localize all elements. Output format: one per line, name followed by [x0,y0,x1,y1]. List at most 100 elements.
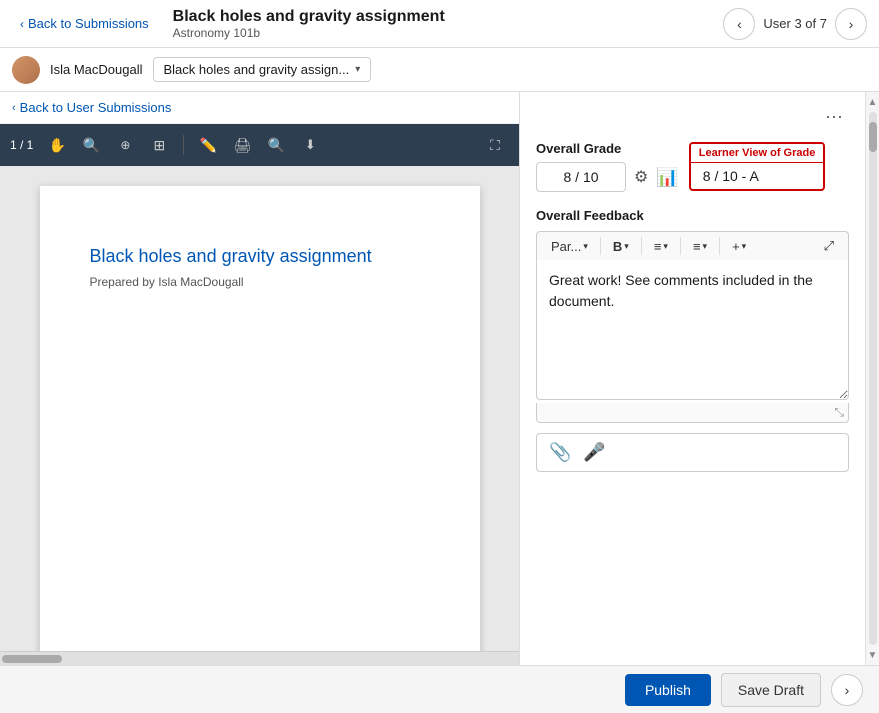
chevron-down-icon: ▾ [663,241,668,252]
bold-label: B [613,239,622,254]
attach-file-button[interactable]: 📎 [549,442,571,463]
scroll-thumb [869,122,877,152]
vertical-scrollbar[interactable]: ▲ ▼ [865,92,879,665]
zoom-out-button[interactable]: 🔍 [77,131,105,159]
document-page: Black holes and gravity assignment Prepa… [40,186,480,651]
user-name: Isla MacDougall [50,62,143,77]
horizontal-scrollbar[interactable] [0,651,519,665]
rte-separator-2 [641,237,642,255]
bold-button[interactable]: B ▾ [607,237,635,256]
overall-grade-section: Overall Grade 8 / 10 ⚙ 📊 [536,141,679,192]
pen-icon: ✏️ [200,137,217,154]
chevron-down-icon: ▾ [703,241,708,252]
pen-tool-button[interactable]: ✏️ [194,131,222,159]
back-to-user-submissions-button[interactable]: ‹ Back to User Submissions [0,92,519,124]
scroll-up-button[interactable]: ▲ [867,96,879,108]
publish-button[interactable]: Publish [625,674,711,706]
avatar-image [12,56,40,84]
user-bar: Isla MacDougall Black holes and gravity … [0,48,879,92]
header-title-section: Black holes and gravity assignment Astro… [157,7,724,40]
overall-feedback-label: Overall Feedback [536,208,849,223]
grade-panel-menu: ··· [536,104,849,129]
fullscreen-button[interactable]: ⛶ [481,131,509,159]
paragraph-label: Par... [551,239,581,254]
zoom-in-button[interactable]: ⊕ [111,131,139,159]
document-view: Black holes and gravity assignment Prepa… [0,166,519,651]
grade-settings-icon[interactable]: ⚙ [634,167,648,187]
rte-separator-4 [719,237,720,255]
zoom-in-icon: ⊕ [120,138,130,152]
assignment-dropdown[interactable]: Black holes and gravity assign... ▾ [153,57,372,82]
zoom-out-icon: 🔍 [83,137,100,154]
resize-handle: ⤡ [536,403,849,423]
rich-text-toolbar: Par... ▾ B ▾ ≡ ▾ ≡ [536,231,849,260]
chevron-down-icon: ▾ [355,64,360,75]
scroll-down-button[interactable]: ▼ [867,649,879,661]
bottom-footer: Publish Save Draft › [0,665,879,713]
expand-editor-button[interactable]: ⤢ [818,236,840,256]
insert-button[interactable]: + ▾ [726,237,752,256]
expand-icon: ⤢ [824,238,834,254]
user-nav-label: User 3 of 7 [763,16,827,31]
scroll-track [869,112,877,645]
back-label: Back to Submissions [28,16,149,31]
overall-grade-label: Overall Grade [536,141,679,156]
back-to-user-label: Back to User Submissions [20,100,172,115]
print-button[interactable]: 🖨 [228,131,256,159]
dropdown-text: Black holes and gravity assign... [164,62,350,77]
save-draft-button[interactable]: Save Draft [721,673,821,707]
right-panel: ··· Overall Grade 8 / 10 ⚙ 📊 Learner Vie… [520,92,879,665]
learner-grade-section: Learner View of Grade 8 / 10 - A [689,142,826,191]
rte-separator-3 [680,237,681,255]
top-header: ‹ Back to Submissions Black holes and gr… [0,0,879,48]
align-icon: ≡ [654,239,662,254]
course-subtitle: Astronomy 101b [173,26,708,40]
assignment-title: Black holes and gravity assignment [173,7,708,26]
page-indicator: 1 / 1 [10,138,33,152]
align-button[interactable]: ≡ ▾ [648,237,674,256]
download-icon: ⬇ [305,137,316,153]
learner-view-label: Learner View of Grade [691,144,824,163]
chevron-down-icon: ▾ [742,241,747,252]
chevron-down-icon: ▾ [583,241,588,252]
list-button[interactable]: ≡ ▾ [687,237,713,256]
more-options-button[interactable]: ··· [819,104,849,129]
fullscreen-icon: ⛶ [490,137,500,154]
feedback-textarea[interactable] [536,260,849,400]
next-user-button[interactable]: › [835,8,867,40]
download-button[interactable]: ⬇ [296,131,324,159]
prev-user-button[interactable]: ‹ [723,8,755,40]
document-subtitle: Prepared by Isla MacDougall [90,275,430,289]
list-icon: ≡ [693,239,701,254]
document-title: Black holes and gravity assignment [90,246,430,267]
back-to-submissions-button[interactable]: ‹ Back to Submissions [12,12,157,35]
split-view-icon: ⊞ [153,137,165,154]
hand-icon: ✋ [49,137,66,154]
paragraph-style-button[interactable]: Par... ▾ [545,237,594,256]
chevron-down-icon: ▾ [624,241,629,252]
learner-grade-value: 8 / 10 - A [691,163,824,189]
user-navigation: ‹ User 3 of 7 › [723,8,867,40]
rte-separator [600,237,601,255]
attachment-row: 📎 🎤 [536,433,849,472]
grade-panel: ··· Overall Grade 8 / 10 ⚙ 📊 Learner Vie… [520,92,865,665]
main-content: ‹ Back to User Submissions 1 / 1 ✋ 🔍 ⊕ ⊞… [0,92,879,665]
print-icon: 🖨 [233,137,251,154]
search-button[interactable]: 🔍 [262,131,290,159]
footer-next-button[interactable]: › [831,674,863,706]
hand-tool-button[interactable]: ✋ [43,131,71,159]
avatar [12,56,40,84]
plus-icon: + [732,239,740,254]
chevron-left-icon: ‹ [20,17,24,31]
grade-input[interactable]: 8 / 10 [536,162,626,192]
microphone-button[interactable]: 🎤 [583,442,605,463]
learner-grade-wrapper: Learner View of Grade 8 / 10 - A [689,142,826,191]
split-view-button[interactable]: ⊞ [145,131,173,159]
chevron-left-icon: ‹ [12,102,16,114]
toolbar-separator [183,135,184,155]
document-panel: ‹ Back to User Submissions 1 / 1 ✋ 🔍 ⊕ ⊞… [0,92,520,665]
grade-row: Overall Grade 8 / 10 ⚙ 📊 Learner View of… [536,141,849,192]
scroll-thumb [2,655,62,663]
grade-chart-icon[interactable]: 📊 [656,167,678,188]
search-icon: 🔍 [268,137,285,154]
